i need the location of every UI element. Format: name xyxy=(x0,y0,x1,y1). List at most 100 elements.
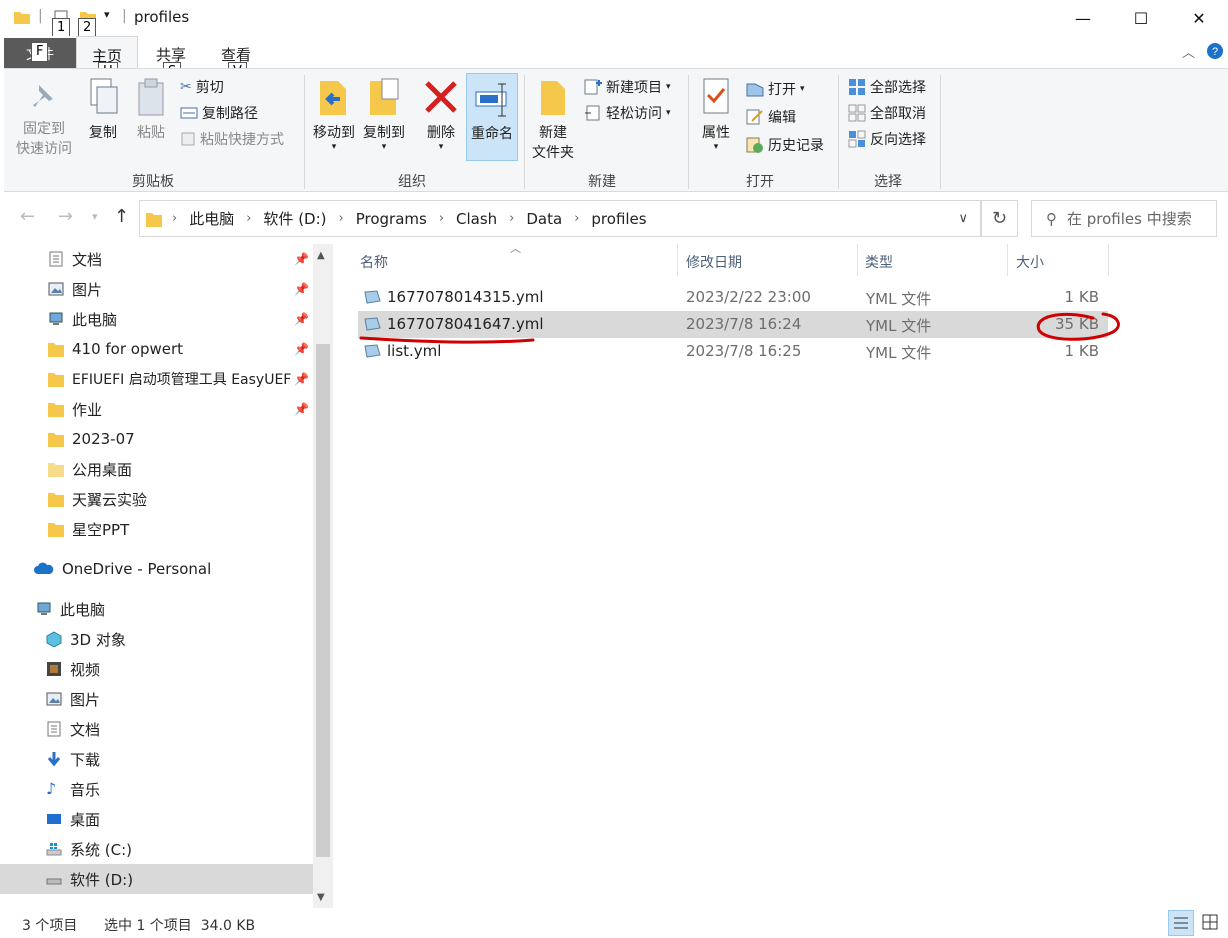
copy-label: 复制 xyxy=(89,125,117,141)
breadcrumb-clash[interactable]: Clash xyxy=(456,210,497,228)
folder-icon xyxy=(146,212,162,227)
sidebar-item-label: 视频 xyxy=(70,660,101,679)
open-button[interactable]: 打开 ▾ xyxy=(746,79,805,99)
large-icons-view-button[interactable] xyxy=(1198,910,1224,936)
history-button[interactable]: 历史记录 xyxy=(746,135,824,155)
sidebar-item-pictures[interactable]: 图片 📌 xyxy=(0,274,313,304)
sidebar-item-label: 文档 xyxy=(72,250,103,269)
sidebar-item-label: 410 for opwert xyxy=(72,340,184,358)
folder-icon xyxy=(48,433,64,447)
sidebar-item-folder[interactable]: 天翼云实验 xyxy=(0,484,313,514)
easy-access-button[interactable]: 轻松访问 ▾ xyxy=(584,103,671,123)
help-icon[interactable]: ? xyxy=(1206,42,1224,60)
ribbon-separator xyxy=(524,75,525,189)
address-dropdown-icon[interactable]: ∨ xyxy=(958,211,968,226)
move-to-icon xyxy=(320,81,346,115)
close-button[interactable]: ✕ xyxy=(1170,0,1228,36)
qa-divider: | xyxy=(38,8,43,24)
edit-button[interactable]: 编辑 xyxy=(746,107,796,127)
sidebar-item-music[interactable]: ♪ 音乐 xyxy=(0,774,313,804)
sidebar-item-videos[interactable]: 视频 xyxy=(0,654,313,684)
properties-button[interactable]: 属性 ▾ xyxy=(694,77,738,152)
ribbon-collapse-icon[interactable]: ︿ xyxy=(1182,42,1195,61)
pin-icon[interactable]: 📌 xyxy=(294,252,309,266)
cloud-icon xyxy=(34,562,54,574)
select-none-button[interactable]: 全部取消 xyxy=(848,103,926,123)
sidebar-item-this-pc-quick[interactable]: 此电脑 📌 xyxy=(0,304,313,334)
paste-button[interactable]: 粘贴 xyxy=(130,77,172,143)
breadcrumb-profiles[interactable]: profiles xyxy=(591,210,646,228)
group-select-label: 选择 xyxy=(874,174,902,190)
sidebar-item-onedrive[interactable]: OneDrive - Personal xyxy=(0,554,313,584)
new-folder-button[interactable]: 新建 文件夹 xyxy=(528,77,578,163)
breadcrumb-programs[interactable]: Programs xyxy=(356,210,427,228)
pin-icon[interactable]: 📌 xyxy=(294,342,309,356)
breadcrumb-separator-icon: › xyxy=(574,211,580,226)
pictures-icon xyxy=(48,282,64,296)
folder-icon xyxy=(48,403,64,417)
copy-to-button[interactable]: 复制到 ▾ xyxy=(358,77,410,152)
new-folder-label-2: 文件夹 xyxy=(532,145,574,161)
sidebar-item-documents-pc[interactable]: 文档 xyxy=(0,714,313,744)
sidebar-item-folder[interactable]: 2023-07 xyxy=(0,424,313,454)
sidebar-item-downloads[interactable]: 下载 xyxy=(0,744,313,774)
sidebar-item-folder[interactable]: 作业 📌 xyxy=(0,394,313,424)
sidebar-item-this-pc[interactable]: 此电脑 xyxy=(0,594,313,624)
red-annotation xyxy=(359,312,1120,344)
folder-icon xyxy=(48,493,64,507)
details-view-button[interactable] xyxy=(1168,910,1194,936)
maximize-button[interactable]: ☐ xyxy=(1112,0,1170,36)
delete-button[interactable]: 删除 ▾ xyxy=(420,77,462,152)
sidebar-item-3d-objects[interactable]: 3D 对象 xyxy=(0,624,313,654)
pictures-icon xyxy=(46,692,62,706)
sidebar-item-drive-c[interactable]: 系统 (C:) xyxy=(0,834,313,864)
pin-to-quick-access-button[interactable]: 固定到 快速访问 xyxy=(10,81,78,159)
new-folder-icon xyxy=(541,81,565,115)
sidebar-item-label: 音乐 xyxy=(70,780,101,799)
new-item-button[interactable]: 新建项目 ▾ xyxy=(584,77,671,97)
sidebar-item-folder[interactable]: 星空PPT xyxy=(0,514,313,544)
address-bar[interactable]: › 此电脑 › 软件 (D:) › Programs › Clash › Dat… xyxy=(139,200,981,237)
invert-selection-button[interactable]: 反向选择 xyxy=(848,129,926,149)
paste-shortcut-button[interactable]: 粘贴快捷方式 xyxy=(180,129,284,149)
qa-dropdown-icon[interactable]: ▾ xyxy=(104,8,110,21)
pin-icon[interactable]: 📌 xyxy=(294,372,309,386)
breadcrumb-data[interactable]: Data xyxy=(526,210,562,228)
sidebar-item-label: 桌面 xyxy=(70,810,101,829)
pin-icon[interactable]: 📌 xyxy=(294,282,309,296)
scroll-down-icon[interactable]: ▼ xyxy=(317,892,325,903)
cut-button[interactable]: ✂ 剪切 xyxy=(180,77,224,97)
sidebar-item-pictures-pc[interactable]: 图片 xyxy=(0,684,313,714)
scroll-up-icon[interactable]: ▲ xyxy=(317,250,325,261)
download-arrow-icon xyxy=(47,752,61,767)
forward-arrow-icon[interactable]: → xyxy=(58,206,73,227)
sidebar-item-folder[interactable]: EFIUEFI 启动项管理工具 EasyUEF 📌 xyxy=(0,364,313,394)
refresh-button[interactable]: ↻ xyxy=(981,200,1018,237)
rename-button[interactable]: 重命名 xyxy=(466,73,518,161)
copy-path-button[interactable]: 复制路径 xyxy=(180,103,258,123)
select-all-button[interactable]: 全部选择 xyxy=(848,77,926,97)
search-input[interactable]: ⚲ 在 profiles 中搜索 xyxy=(1031,200,1217,237)
copy-button[interactable]: 复制 xyxy=(82,77,124,143)
sidebar-item-desktop[interactable]: 桌面 xyxy=(0,804,313,834)
move-to-button[interactable]: 移动到 ▾ xyxy=(308,77,360,152)
sidebar-item-label: 下载 xyxy=(70,750,101,769)
breadcrumb-drive-d[interactable]: 软件 (D:) xyxy=(263,208,326,229)
pin-icon[interactable]: 📌 xyxy=(294,312,309,326)
minimize-button[interactable]: — xyxy=(1054,0,1112,36)
invert-selection-icon xyxy=(848,130,866,148)
sidebar-item-drive-d[interactable]: 软件 (D:) xyxy=(0,864,313,894)
scrollbar-thumb[interactable] xyxy=(316,344,330,857)
paste-shortcut-icon xyxy=(181,132,195,146)
copy-path-icon xyxy=(180,107,198,119)
recent-locations-icon[interactable]: ▾ xyxy=(92,210,98,223)
sidebar-item-folder[interactable]: 公用桌面 xyxy=(0,454,313,484)
sidebar-scrollbar[interactable]: ▲ ▼ xyxy=(313,244,333,908)
back-arrow-icon[interactable]: ← xyxy=(20,206,35,227)
sidebar-item-folder[interactable]: 410 for opwert 📌 xyxy=(0,334,313,364)
up-arrow-icon[interactable]: ↑ xyxy=(114,206,129,227)
breadcrumb-this-pc[interactable]: 此电脑 xyxy=(189,208,234,229)
sidebar-item-documents[interactable]: 文档 📌 xyxy=(0,244,313,274)
music-note-icon: ♪ xyxy=(46,779,57,798)
pin-icon[interactable]: 📌 xyxy=(294,402,309,416)
